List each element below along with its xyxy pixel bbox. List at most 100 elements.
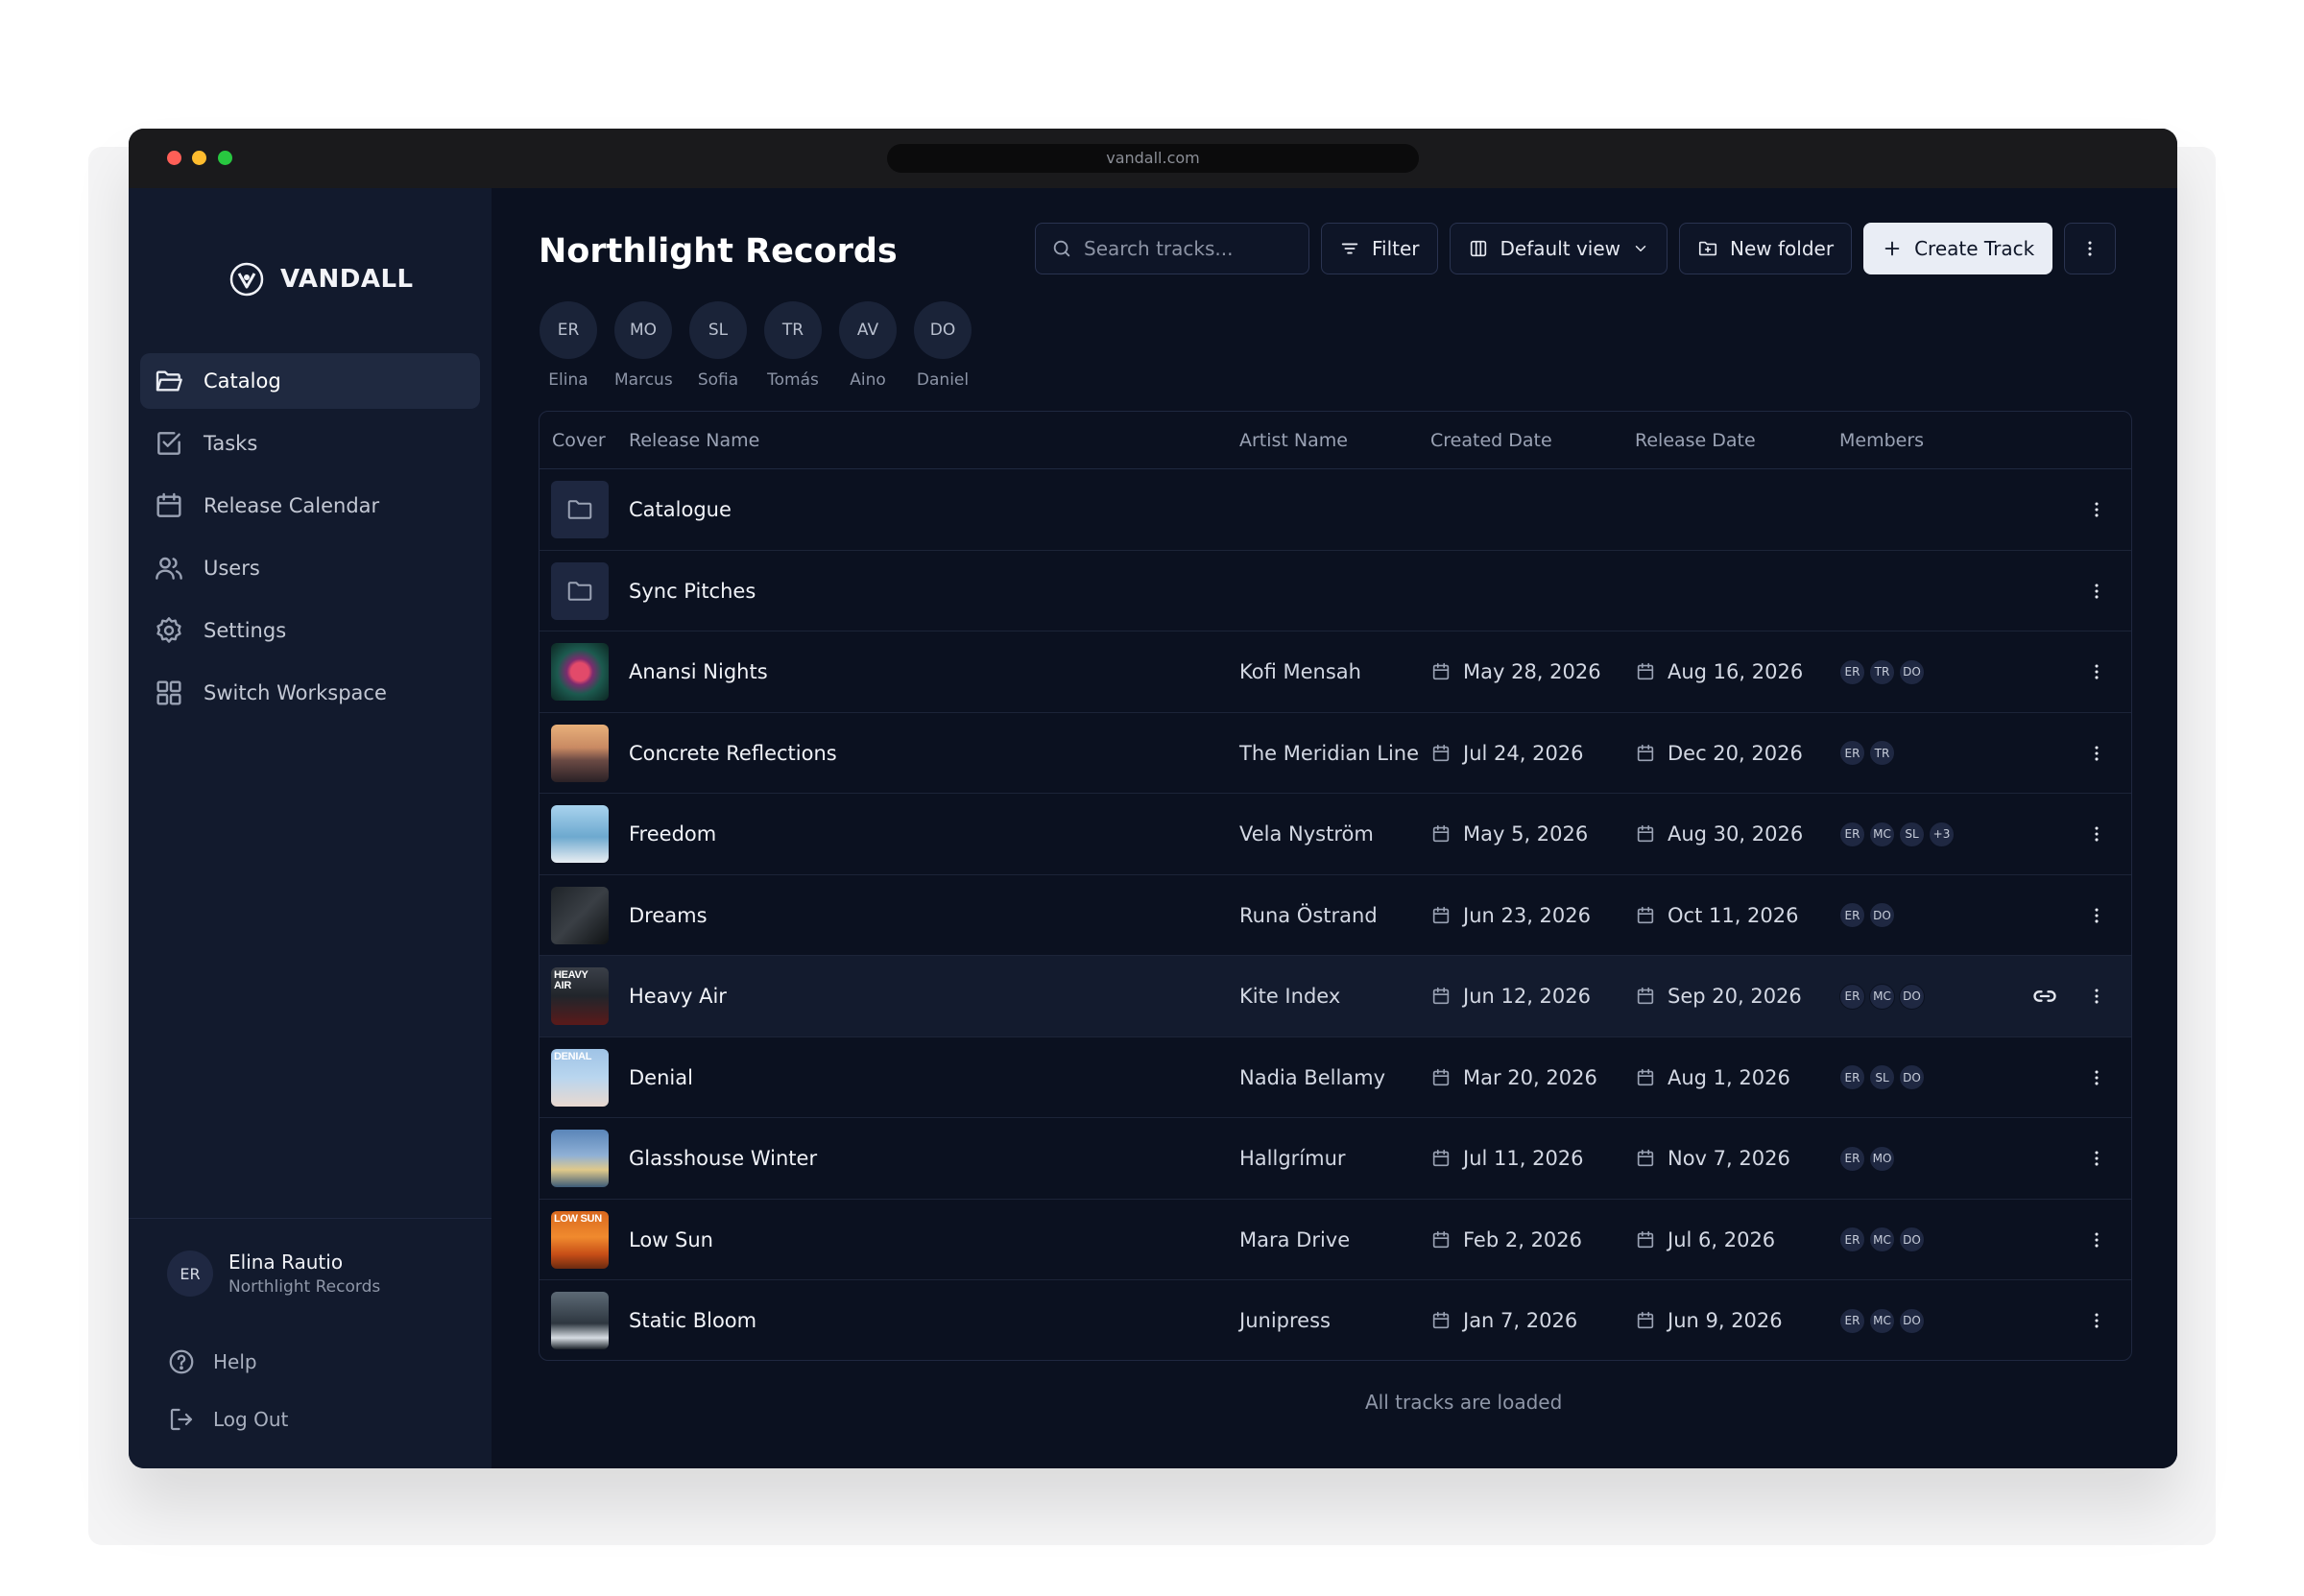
cover-art: LOW SUN (551, 1210, 609, 1269)
table-row[interactable]: LOW SUN Low Sun Mara Drive Feb 2, 2026 Jul 6… (540, 1200, 2131, 1280)
column-header-cover[interactable]: Cover (552, 430, 606, 451)
row-menu-button[interactable] (2083, 496, 2110, 523)
row-menu-button[interactable] (2083, 1145, 2110, 1172)
sidebar-item-switch-workspace[interactable]: Switch Workspace (140, 665, 480, 721)
table-row[interactable]: Static Bloom Junipress Jan 7, 2026 Jun 9, 2… (540, 1280, 2131, 1360)
row-menu-button[interactable] (2083, 740, 2110, 767)
row-members: ER TR DO (1839, 631, 1925, 712)
created-date: Jan 7, 2026 (1430, 1280, 1578, 1360)
sidebar-item-tasks[interactable]: Tasks (140, 416, 480, 471)
avatar: +3 (1929, 821, 1955, 847)
kebab-menu-icon (2095, 1313, 2099, 1328)
row-menu-button[interactable] (2083, 821, 2110, 847)
table-row[interactable]: Freedom Vela Nyström May 5, 2026 Aug 30, 20… (540, 794, 2131, 875)
member-chip[interactable]: TR Tomás (764, 301, 822, 390)
table-row[interactable]: Anansi Nights Kofi Mensah May 28, 2026 Aug … (540, 631, 2131, 713)
release-name: Dreams (629, 903, 708, 927)
column-header-artist-name[interactable]: Artist Name (1239, 430, 1348, 451)
kebab-menu-icon (2095, 502, 2099, 517)
member-chip[interactable]: AV Aino (839, 301, 897, 390)
row-members: ER TR (1839, 713, 1895, 794)
row-members: ER SL DO (1839, 1037, 1925, 1118)
sidebar-item-label: Settings (204, 619, 287, 642)
close-window-button[interactable] (167, 151, 181, 165)
cover-art (551, 1292, 609, 1349)
created-date: May 28, 2026 (1430, 631, 1601, 712)
row-members: ER DO (1839, 875, 1895, 956)
column-header-release-name[interactable]: Release Name (629, 430, 759, 451)
column-header-release-date[interactable]: Release Date (1635, 430, 1756, 451)
avatar: ER (1839, 1145, 1865, 1172)
create-track-label: Create Track (1914, 237, 2035, 260)
artist-name: Junipress (1239, 1309, 1331, 1332)
view-select[interactable]: Default view (1449, 223, 1668, 274)
table-row[interactable]: Concrete Reflections The Meridian Line Jul… (540, 713, 2131, 794)
search-placeholder: Search tracks... (1084, 237, 1234, 260)
avatar: SL (1869, 1064, 1895, 1090)
member-chip[interactable]: SL Sofia (689, 301, 747, 390)
new-folder-button[interactable]: New folder (1679, 223, 1853, 274)
kebab-menu-icon (2095, 664, 2099, 679)
created-date: Mar 20, 2026 (1430, 1037, 1597, 1118)
member-chip[interactable]: ER Elina (540, 301, 597, 390)
create-track-button[interactable]: Create Track (1863, 223, 2053, 274)
created-date-value: Mar 20, 2026 (1463, 1065, 1597, 1089)
avatar: DO (1899, 1227, 1925, 1252)
logout-link[interactable]: Log Out (167, 1405, 288, 1434)
sidebar-item-catalog[interactable]: Catalog (140, 353, 480, 409)
sidebar-nav: Catalog Tasks Release Calendar Users Set… (140, 353, 480, 727)
sidebar-item-release-calendar[interactable]: Release Calendar (140, 478, 480, 534)
sidebar-item-settings[interactable]: Settings (140, 603, 480, 658)
copy-link-button[interactable] (2031, 983, 2058, 1010)
kebab-menu-icon (2095, 1151, 2099, 1166)
folder-row[interactable]: Sync Pitches (540, 551, 2131, 631)
kebab-menu-icon (2095, 826, 2099, 842)
artist-name: Hallgrímur (1239, 1147, 1346, 1170)
table-row[interactable]: Glasshouse Winter Hallgrímur Jul 11, 2026 N… (540, 1118, 2131, 1200)
calendar-icon (1432, 1311, 1450, 1329)
sidebar-item-users[interactable]: Users (140, 540, 480, 596)
row-menu-button[interactable] (2083, 578, 2110, 605)
calendar-icon (1432, 1149, 1450, 1167)
created-date: Jun 12, 2026 (1430, 956, 1591, 1036)
artist-name: Vela Nyström (1239, 822, 1374, 846)
help-link[interactable]: Help (167, 1347, 257, 1376)
shield-v-icon (229, 262, 264, 297)
created-date-value: May 5, 2026 (1463, 822, 1589, 846)
calendar-icon (1432, 1230, 1450, 1248)
address-bar[interactable]: vandall.com (887, 144, 1419, 173)
avatar: DO (1869, 902, 1895, 928)
row-menu-button[interactable] (2083, 1227, 2110, 1253)
row-menu-button[interactable] (2083, 902, 2110, 929)
member-chip[interactable]: DO Daniel (914, 301, 972, 390)
brand[interactable]: VANDALL (228, 260, 414, 298)
row-menu-button[interactable] (2083, 1307, 2110, 1334)
cover-art (551, 643, 609, 701)
minimize-window-button[interactable] (192, 151, 206, 165)
avatar: TR (764, 301, 822, 359)
more-options-button[interactable] (2064, 223, 2117, 274)
column-header-created-date[interactable]: Created Date (1430, 430, 1552, 451)
search-input[interactable]: Search tracks... (1035, 223, 1309, 274)
member-chip[interactable]: MO Marcus (614, 301, 673, 390)
table-row[interactable]: HEAVY AIR Heavy Air Kite Index Jun 12, 2026… (540, 956, 2131, 1037)
row-members: ER MC DO (1839, 956, 1925, 1036)
column-header-members[interactable]: Members (1839, 430, 1924, 451)
avatar: MC (1869, 1307, 1895, 1334)
release-date-value: Nov 7, 2026 (1668, 1147, 1790, 1170)
kebab-menu-icon (2095, 989, 2099, 1004)
cover-art-text: DENIAL (554, 1050, 592, 1062)
cover-art (551, 724, 609, 782)
row-menu-button[interactable] (2083, 1064, 2110, 1091)
row-menu-button[interactable] (2083, 658, 2110, 685)
user-profile[interactable]: ER Elina Rautio Northlight Records (167, 1251, 380, 1297)
table-row[interactable]: DENIAL Denial Nadia Bellamy Mar 20, 2026 Aug… (540, 1037, 2131, 1118)
member-name: Sofia (697, 370, 739, 390)
folder-row[interactable]: Catalogue (540, 469, 2131, 551)
created-date: May 5, 2026 (1430, 794, 1588, 874)
table-row[interactable]: Dreams Runa Östrand Jun 23, 2026 Oct 11, 20… (540, 875, 2131, 956)
row-menu-button[interactable] (2083, 983, 2110, 1010)
maximize-window-button[interactable] (218, 151, 232, 165)
created-date-value: Jan 7, 2026 (1463, 1309, 1578, 1332)
filter-button[interactable]: Filter (1321, 223, 1438, 274)
